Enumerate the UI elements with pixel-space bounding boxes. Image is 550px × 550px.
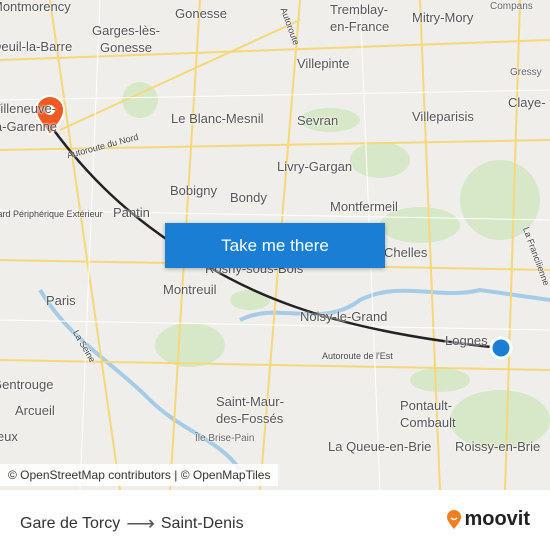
road-label: Boulevard Périphérique Extérieur [0, 209, 103, 219]
footer: Gare de Torcy ⟶ Saint-Denis moovit [0, 490, 550, 550]
place-label: Gonesse [100, 40, 153, 55]
place-label: Noisy-le-Grand [300, 309, 388, 324]
place-label: Mitry-Mory [412, 10, 474, 25]
place-label: Livry-Gargan [277, 159, 353, 174]
place-label: Garges-lès- [92, 23, 160, 38]
moovit-pin-icon [447, 509, 462, 529]
origin-marker [489, 336, 513, 360]
place-label: Pantin [113, 205, 150, 220]
place-label: des-Fossés [216, 411, 284, 426]
arrow-right-icon: ⟶ [126, 513, 155, 535]
place-label: Tremblay- [330, 2, 389, 17]
place-label-small: Île Brise-Pain [195, 433, 255, 444]
route-summary: Gare de Torcy ⟶ Saint-Denis [20, 511, 244, 536]
place-label: Le Blanc-Mesnil [171, 111, 264, 126]
place-label: Gentrouge [0, 377, 54, 392]
place-label: Roissy-en-Brie [455, 439, 541, 454]
map-attribution[interactable]: © OpenStreetMap contributors | © OpenMap… [0, 464, 279, 486]
place-label: Villeneuve- [0, 101, 57, 116]
place-label: Villepinte [297, 56, 350, 71]
place-label: La Queue-en-Brie [328, 439, 432, 454]
place-label: Pontault- [400, 398, 453, 413]
place-label: Sevran [297, 113, 339, 128]
place-label: Arcueil [15, 403, 55, 418]
place-label: Bondy [230, 190, 267, 205]
road-label: Autoroute de l'Est [322, 351, 393, 361]
place-label: Bobigny [170, 183, 217, 198]
place-label: en-France [330, 19, 390, 34]
place-label: Villeparisis [412, 109, 474, 124]
place-label: Montmorency [0, 0, 71, 14]
map[interactable]: Montmorency Gonesse Tremblay-en-France Mitr… [0, 0, 550, 490]
place-label: Montfermeil [330, 199, 398, 214]
place-label: ieux [0, 429, 18, 444]
place-label: Gonesse [175, 6, 228, 21]
place-label-small: Compans [490, 1, 533, 12]
place-label-small: Gressy [510, 67, 542, 78]
place-label: Lognes [445, 333, 488, 348]
place-label: Montreuil [163, 282, 217, 297]
destination-name: Saint-Denis [160, 514, 244, 532]
place-label: Saint-Maur- [216, 394, 284, 409]
origin-name: Gare de Torcy [20, 514, 121, 532]
place-label: Paris [46, 293, 76, 308]
place-label: Chelles [384, 245, 428, 260]
place-label: Combault [400, 415, 456, 430]
place-label: Deuil-la-Barre [0, 39, 73, 54]
take-me-there-button[interactable]: Take me there [165, 223, 385, 268]
moovit-logo: moovit [446, 508, 530, 531]
place-label: la-Garenne [0, 119, 58, 134]
place-label: Claye- [508, 95, 546, 110]
